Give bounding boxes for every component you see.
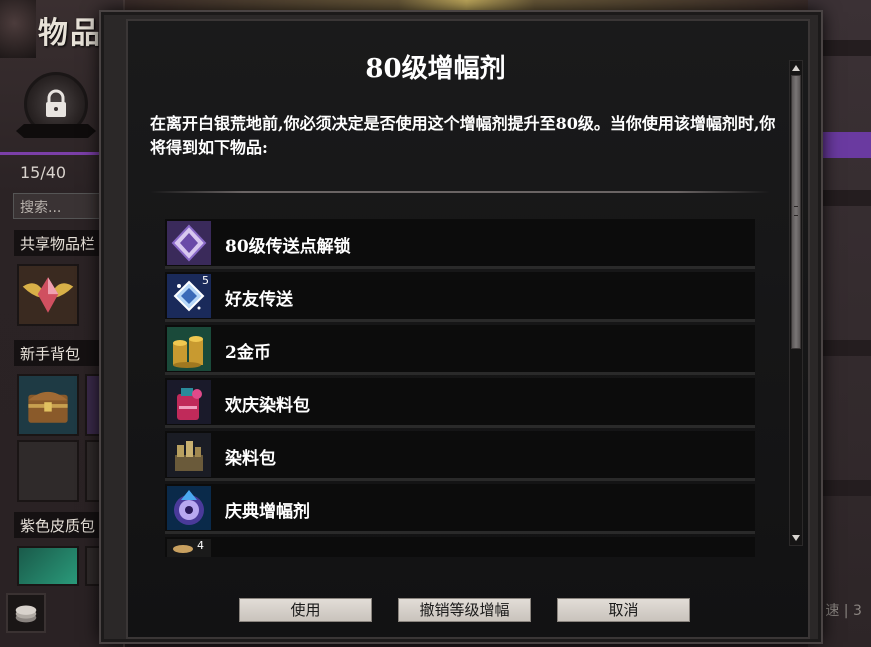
game-window: 物品 15/40 搜索... 共享物品栏 新手背包 紫色皮质包 0 速 | 3 … [0,0,871,647]
padlock-icon [46,89,66,117]
reward-label: 80级传送点解锁 [225,237,351,257]
scroll-up-icon[interactable] [791,63,801,73]
inventory-slot[interactable] [17,264,79,326]
reward-label: 庆典增幅剂 [225,502,310,522]
reward-label: 2金币 [225,343,271,363]
use-button[interactable]: 使用 [239,598,372,622]
dialog-title: 80级增幅剂 [365,54,506,84]
dye-kit-icon [167,433,211,477]
celebration-booster-icon [167,486,211,530]
waypoint-unlock-icon [167,221,211,265]
inventory-slot[interactable] [17,546,79,586]
winged-gem-icon [19,266,77,324]
currency-icon[interactable] [6,593,46,633]
dialog-description: 在离开白银荒地前,你必须决定是否使用这个增幅剂提升至80级。当你使用该增幅剂时,… [150,114,776,157]
green-item-icon [19,548,77,584]
list-item[interactable]: 染料包 [165,431,755,481]
reward-label: 欢庆染料包 [225,396,310,416]
list-item[interactable]: 欢庆染料包 [165,378,755,428]
gold-coins-icon [167,327,211,371]
reward-list: 80级传送点解锁 5 好友传送 2金币 欢庆染料包 染料包 庆典增幅剂 4 [165,219,755,557]
lock-ribbon [16,124,96,138]
list-item[interactable]: 5 好友传送 [165,272,755,322]
treasure-chest-icon [19,376,77,434]
list-item[interactable]: 80级传送点解锁 [165,219,755,269]
celebration-dye-kit-icon [167,380,211,424]
stack-count: 5 [202,274,209,287]
list-item[interactable]: 2金币 [165,325,755,375]
inventory-title: 物品 [38,16,102,51]
cancel-level-boost-button[interactable]: 撤销等级增幅 [398,598,531,622]
reward-label: 好友传送 [225,290,293,310]
list-item[interactable]: 4 [165,537,755,557]
top-decoration [125,0,808,10]
item-icon: 4 [167,539,211,557]
inventory-slot[interactable] [17,374,79,436]
slot-count: 15/40 [20,163,67,182]
reward-list-scrollbar[interactable] [789,60,803,546]
list-item[interactable]: 庆典增幅剂 [165,484,755,534]
scroll-thumb[interactable] [791,75,801,349]
cancel-button[interactable]: 取消 [557,598,690,622]
stack-count: 4 [197,539,204,552]
reward-label: 染料包 [225,449,276,469]
teleport-to-friend-icon: 5 [167,274,211,318]
scroll-down-icon[interactable] [791,533,801,543]
divider [150,191,770,193]
grip-icon [794,206,798,216]
inventory-slot[interactable] [17,440,79,502]
